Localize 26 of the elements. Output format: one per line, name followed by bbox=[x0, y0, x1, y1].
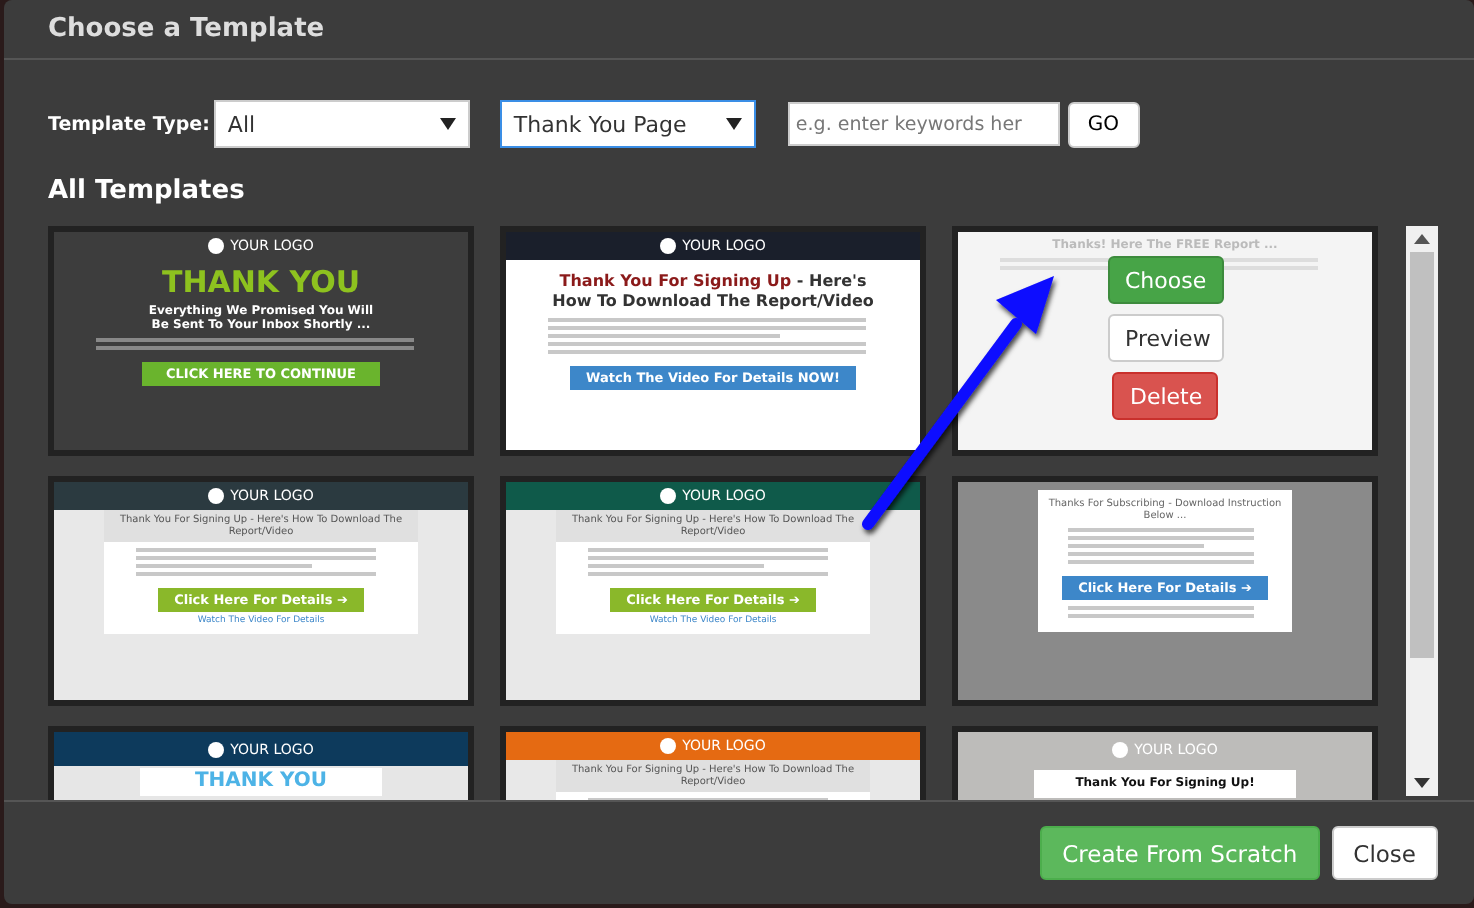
scrollbar[interactable] bbox=[1406, 226, 1438, 796]
delete-button[interactable]: Delete bbox=[1112, 372, 1218, 420]
template-headline: THANK YOU bbox=[161, 264, 361, 300]
dialog-title: Choose a Template bbox=[48, 14, 325, 44]
dropdown[interactable]: Thank You Page bbox=[499, 100, 756, 148]
section-heading: All Templates bbox=[46, 174, 247, 210]
search-field[interactable]: e.g. enter keywords her bbox=[787, 102, 1060, 146]
template-headline: Thank You For Signing Up - Here's How To Download The Report/Video bbox=[550, 272, 876, 312]
go-button[interactable]: GO bbox=[1067, 101, 1140, 147]
logo-circle-icon bbox=[660, 488, 677, 504]
filter-label: Template Type: bbox=[48, 113, 210, 135]
logo-circle-icon bbox=[1112, 741, 1129, 757]
logo-circle-icon bbox=[208, 238, 225, 254]
caret-icon bbox=[439, 118, 456, 130]
logo-circle-icon bbox=[660, 238, 677, 254]
caret-icon bbox=[725, 118, 742, 130]
preview-button[interactable]: Preview bbox=[1107, 314, 1223, 362]
scroll-down-icon[interactable] bbox=[1414, 778, 1430, 788]
template-headline: THANK YOU bbox=[140, 768, 382, 796]
scrollbar-thumb[interactable] bbox=[1410, 252, 1434, 658]
close-button[interactable]: Close bbox=[1331, 826, 1438, 880]
logo-circle-icon bbox=[660, 738, 677, 754]
logo-circle-icon bbox=[208, 488, 225, 504]
scroll-up-icon[interactable] bbox=[1414, 234, 1430, 244]
logo-circle-icon bbox=[208, 741, 225, 757]
dropdown[interactable]: All bbox=[213, 100, 470, 148]
